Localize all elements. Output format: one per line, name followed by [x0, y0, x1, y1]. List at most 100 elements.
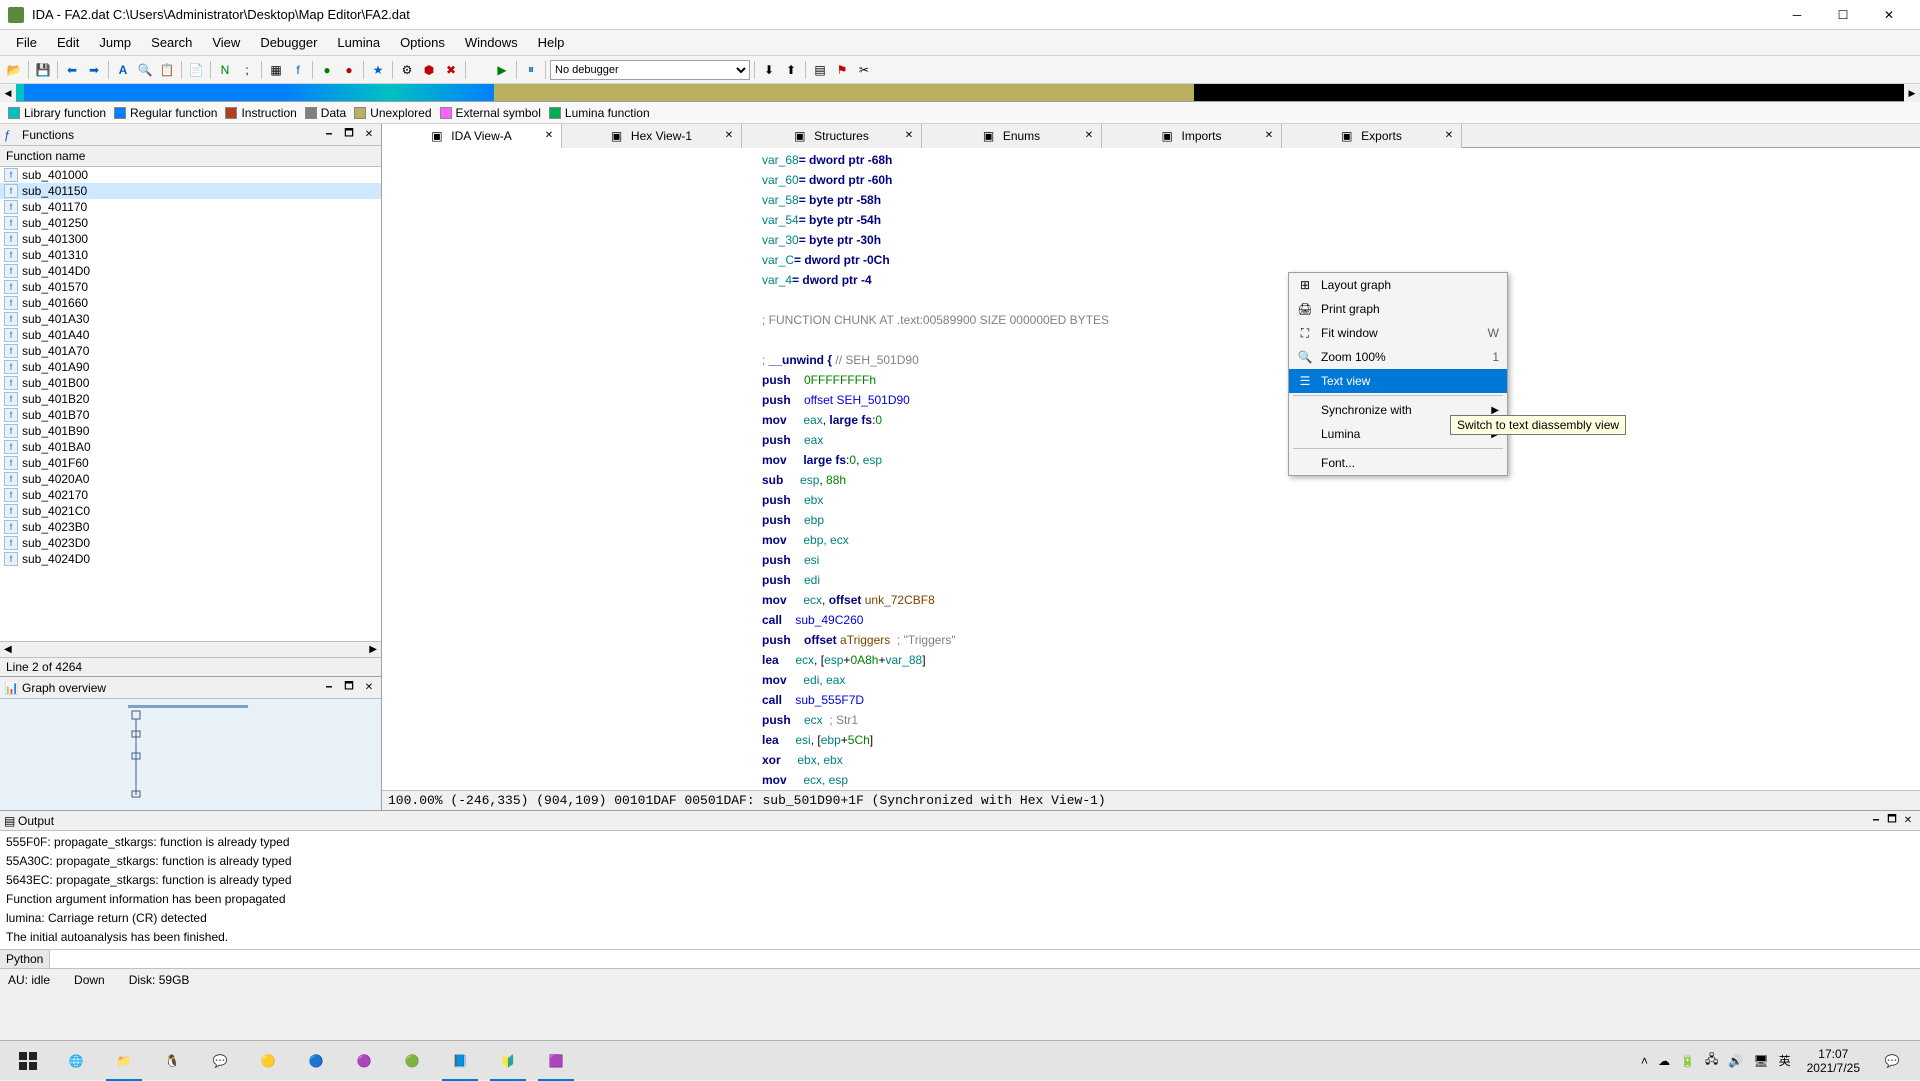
debugger-select[interactable]: No debugger [550, 60, 750, 80]
menu-help[interactable]: Help [528, 31, 575, 54]
disasm-line[interactable]: push esi [382, 550, 1920, 570]
dbg-e-icon[interactable]: ✂ [854, 60, 874, 80]
disasm-line[interactable]: mov ebp, ecx [382, 530, 1920, 550]
disasm-line[interactable]: mov ecx, esp [382, 770, 1920, 790]
disasm-line[interactable]: lea ecx, [esp+0A8h+var_88] [382, 650, 1920, 670]
function-row[interactable]: fsub_401000 [0, 167, 381, 183]
function-row[interactable]: fsub_401310 [0, 247, 381, 263]
graph-close-icon[interactable]: ✕ [361, 680, 377, 696]
tool-h-icon[interactable]: ★ [368, 60, 388, 80]
function-row[interactable]: fsub_4024D0 [0, 551, 381, 567]
notifications-icon[interactable]: 💬 [1868, 1041, 1916, 1081]
tool-n-icon[interactable]: N [215, 60, 235, 80]
ctx-print-graph[interactable]: 🖨Print graph [1289, 297, 1507, 321]
tool-a-icon[interactable]: A [113, 60, 133, 80]
tab-enums[interactable]: ▣Enums✕ [922, 124, 1102, 148]
tool-asm-icon[interactable]: ⚙ [397, 60, 417, 80]
function-row[interactable]: fsub_401250 [0, 215, 381, 231]
disasm-line[interactable]: xor ebx, ebx [382, 750, 1920, 770]
output-log[interactable]: 555F0F: propagate_stkargs: function is a… [0, 831, 1920, 949]
function-row[interactable]: fsub_4023B0 [0, 519, 381, 535]
graph-max-icon[interactable]: 🗖 [341, 680, 357, 696]
tab-close-icon[interactable]: ✕ [543, 130, 555, 142]
disasm-line[interactable]: push ebx [382, 490, 1920, 510]
ida-icon[interactable]: 🔰 [484, 1041, 532, 1081]
tool-rec-icon[interactable]: ⬢ [419, 60, 439, 80]
func-col-header[interactable]: Function name [0, 146, 381, 167]
function-row[interactable]: fsub_401F60 [0, 455, 381, 471]
disasm-line[interactable]: push offset aTriggers ; "Triggers" [382, 630, 1920, 650]
disasm-line[interactable]: var_C= dword ptr -0Ch [382, 250, 1920, 270]
dbg-d-icon[interactable]: ⚑ [832, 60, 852, 80]
tray-power-icon[interactable]: 🔋 [1680, 1054, 1695, 1068]
menu-file[interactable]: File [6, 31, 47, 54]
disasm-line[interactable]: sub esp, 88h [382, 470, 1920, 490]
out-max-icon[interactable]: 🗖 [1884, 813, 1900, 829]
ctx-fit-window[interactable]: ⛶Fit windowW [1289, 321, 1507, 345]
close-button[interactable]: ✕ [1866, 0, 1912, 30]
output-cmdline[interactable] [50, 950, 1920, 968]
nav-left-icon[interactable]: ◀ [0, 84, 16, 102]
dbg-b-icon[interactable]: ⬆ [781, 60, 801, 80]
function-row[interactable]: fsub_401170 [0, 199, 381, 215]
edge-icon[interactable]: 🌐 [52, 1041, 100, 1081]
menu-windows[interactable]: Windows [455, 31, 528, 54]
tool-dot1-icon[interactable]: ● [317, 60, 337, 80]
disasm-line[interactable]: push ebp [382, 510, 1920, 530]
tray-ime[interactable]: 英 [1779, 1052, 1791, 1069]
disasm-line[interactable]: ; FUNCTION CHUNK AT .text:00589900 SIZE … [382, 310, 1920, 330]
maximize-button[interactable]: ☐ [1820, 0, 1866, 30]
tool-x-icon[interactable]: ✖ [441, 60, 461, 80]
run-icon[interactable]: ▶ [492, 60, 512, 80]
disasm-line[interactable]: var_68= dword ptr -68h [382, 150, 1920, 170]
app1-icon[interactable]: 🟡 [244, 1041, 292, 1081]
out-min-icon[interactable]: 🗕 [1868, 813, 1884, 829]
disasm-line[interactable]: lea esi, [ebp+5Ch] [382, 730, 1920, 750]
function-row[interactable]: fsub_401570 [0, 279, 381, 295]
tool-dot2-icon[interactable]: ● [339, 60, 359, 80]
function-row[interactable]: fsub_402170 [0, 487, 381, 503]
function-row[interactable]: fsub_4021C0 [0, 503, 381, 519]
function-row[interactable]: fsub_401B70 [0, 407, 381, 423]
disasm-line[interactable]: push offset SEH_501D90 [382, 390, 1920, 410]
menu-lumina[interactable]: Lumina [327, 31, 390, 54]
function-row[interactable]: fsub_401B20 [0, 391, 381, 407]
vs-icon[interactable]: 🟪 [532, 1041, 580, 1081]
tool-grid-icon[interactable]: ▦ [266, 60, 286, 80]
menu-search[interactable]: Search [141, 31, 202, 54]
pause-icon[interactable]: ⏸ [521, 60, 541, 80]
dbg-c-icon[interactable]: ▤ [810, 60, 830, 80]
function-row[interactable]: fsub_401A70 [0, 343, 381, 359]
tab-exports[interactable]: ▣Exports✕ [1282, 124, 1462, 148]
disasm-line[interactable]: var_54= byte ptr -54h [382, 210, 1920, 230]
disasm-line[interactable]: var_60= dword ptr -60h [382, 170, 1920, 190]
tool-text-icon[interactable]: 📄 [186, 60, 206, 80]
ctx-layout-graph[interactable]: ⊞Layout graph [1289, 273, 1507, 297]
out-close-icon[interactable]: ✕ [1900, 813, 1916, 829]
dbg-a-icon[interactable]: ⬇ [759, 60, 779, 80]
qq-icon[interactable]: 🐧 [148, 1041, 196, 1081]
tool-f-icon[interactable]: f [288, 60, 308, 80]
vscode-icon[interactable]: 📘 [436, 1041, 484, 1081]
tray-screen-icon[interactable]: 🖥 [1753, 1054, 1768, 1068]
explorer-icon[interactable]: 📁 [100, 1041, 148, 1081]
open-icon[interactable]: 📂 [4, 60, 24, 80]
function-row[interactable]: fsub_401A30 [0, 311, 381, 327]
disasm-line[interactable]: call sub_49C260 [382, 610, 1920, 630]
functions-list[interactable]: fsub_401000fsub_401150fsub_401170fsub_40… [0, 167, 381, 641]
func-hscroll[interactable]: ◀▶ [0, 641, 381, 657]
nav-band[interactable]: ◀ ▶ [0, 84, 1920, 102]
disasm-line[interactable]: push eax [382, 430, 1920, 450]
tab-hex-view-1[interactable]: ▣Hex View-1✕ [562, 124, 742, 148]
nav-right-icon[interactable]: ▶ [1904, 84, 1920, 102]
function-row[interactable]: fsub_4020A0 [0, 471, 381, 487]
function-row[interactable]: fsub_401A90 [0, 359, 381, 375]
tray-up-icon[interactable]: ˄ [1641, 1054, 1648, 1068]
save-icon[interactable]: 💾 [33, 60, 53, 80]
fwd-icon[interactable]: ➡ [84, 60, 104, 80]
system-tray[interactable]: ˄ ☁ 🔋 🖧 🔊 🖥 英 [1633, 1050, 1799, 1071]
app4-icon[interactable]: 🟢 [388, 1041, 436, 1081]
tray-cloud-icon[interactable]: ☁ [1658, 1054, 1670, 1068]
disasm-line[interactable]: mov large fs:0, esp [382, 450, 1920, 470]
disasm-line[interactable]: mov edi, eax [382, 670, 1920, 690]
